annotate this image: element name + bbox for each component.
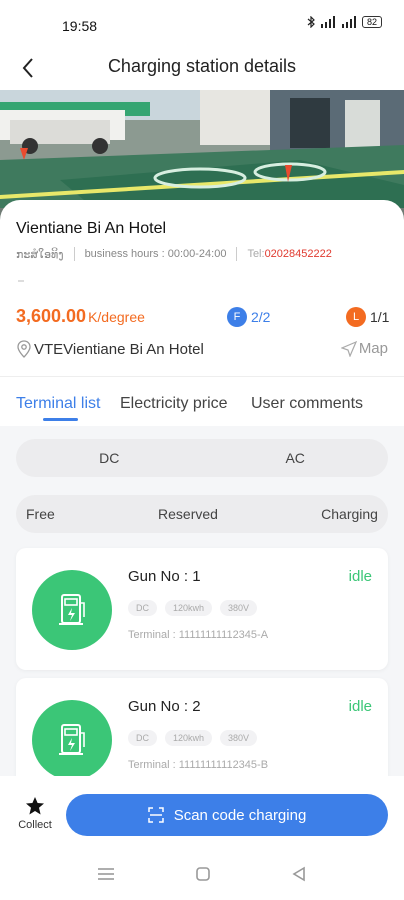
tag-voltage: 380V (220, 730, 258, 746)
tag-current-type: DC (128, 600, 157, 616)
status-time: 19:58 (62, 18, 98, 34)
bluetooth-icon (307, 16, 315, 28)
tag-power: 120kwh (165, 730, 213, 746)
charger-icon (32, 570, 112, 650)
header: Charging station details (0, 46, 404, 90)
tag-voltage: 380V (220, 600, 258, 616)
system-nav-bar (0, 850, 404, 900)
tab-electricity-price[interactable]: Electricity price (120, 395, 228, 413)
divider (18, 280, 24, 282)
status-filter: Free Reserved Charging (16, 495, 388, 533)
station-meta: ກະສໍໃອທິງ business hours : 00:00-24:00 T… (16, 247, 332, 261)
business-hours: business hours : 00:00-24:00 (84, 248, 227, 260)
terminal-id: Terminal : 11111111112345-B (128, 759, 269, 771)
charger-icon (32, 700, 112, 780)
gun-status: idle (348, 698, 372, 715)
fast-charger-icon: F (227, 307, 247, 327)
station-location-short: ກະສໍໃອທິງ (16, 248, 64, 261)
filter-reserved[interactable]: Reserved (158, 506, 218, 522)
tab-user-comments[interactable]: User comments (251, 395, 363, 413)
divider (236, 247, 238, 261)
tag-power: 120kwh (165, 600, 213, 616)
terminal-id: Terminal : 11111111112345-A (128, 629, 269, 641)
station-name: Vientiane Bi An Hotel (16, 220, 167, 237)
gun-card[interactable]: Gun No : 1 idle DC 120kwh 380V Terminal … (16, 548, 388, 670)
collect-button[interactable]: Collect (14, 796, 56, 831)
gun-number: Gun No : 1 (128, 568, 201, 585)
signal-icon (320, 16, 335, 28)
tab-terminal-list[interactable]: Terminal list (16, 395, 100, 413)
status-icons: 82 (307, 16, 382, 28)
home-icon[interactable] (195, 866, 211, 882)
slow-charger-count: L 1/1 (346, 307, 389, 327)
divider (73, 247, 75, 261)
signal-icon-2 (341, 16, 356, 28)
slow-charger-value: 1/1 (370, 309, 390, 325)
station-info-card: Vientiane Bi An Hotel ກະສໍໃອທິງ business… (0, 200, 404, 376)
filter-free[interactable]: Free (26, 506, 55, 522)
scan-code-charging-button[interactable]: Scan code charging (66, 794, 388, 836)
detail-tabs: Terminal list Electricity price User com… (0, 376, 404, 426)
map-button[interactable]: Map (340, 340, 388, 357)
active-tab-indicator (43, 418, 78, 421)
fast-charger-count: F 2/2 (227, 307, 270, 327)
gun-tags: DC 120kwh 380V (128, 600, 258, 616)
gun-tags: DC 120kwh 380V (128, 730, 258, 746)
fast-charger-value: 2/2 (251, 309, 271, 325)
filter-dc[interactable]: DC (99, 450, 119, 466)
address: VTEVientiane Bi An Hotel (16, 340, 204, 358)
filter-charging[interactable]: Charging (321, 506, 378, 522)
tag-current-type: DC (128, 730, 157, 746)
slow-charger-icon: L (346, 307, 366, 327)
menu-icon[interactable] (97, 866, 115, 882)
tel-label: Tel: (247, 248, 265, 260)
battery-icon: 82 (361, 16, 382, 28)
star-icon (26, 797, 44, 815)
gun-status: idle (348, 568, 372, 585)
collect-label: Collect (18, 819, 52, 831)
location-pin-icon (17, 340, 31, 358)
status-bar: 19:58 82 (0, 0, 404, 46)
gun-number: Gun No : 2 (128, 698, 201, 715)
price-value: 3,600.00 (16, 306, 87, 326)
price-unit: K/degree (88, 309, 145, 325)
charger-type-filter: DC AC (16, 439, 388, 477)
scan-icon (147, 807, 164, 823)
address-text: VTEVientiane Bi An Hotel (34, 340, 204, 358)
map-label: Map (358, 340, 388, 357)
scan-label: Scan code charging (173, 806, 307, 824)
back-icon[interactable] (291, 866, 307, 882)
filter-ac[interactable]: AC (285, 450, 304, 466)
bottom-action-bar: Collect Scan code charging (0, 776, 404, 850)
price: 3,600.00 K/degree (16, 306, 145, 327)
tel-link[interactable]: 02028452222 (265, 248, 332, 260)
navigation-arrow-icon (340, 340, 357, 357)
page-title: Charging station details (107, 56, 297, 76)
